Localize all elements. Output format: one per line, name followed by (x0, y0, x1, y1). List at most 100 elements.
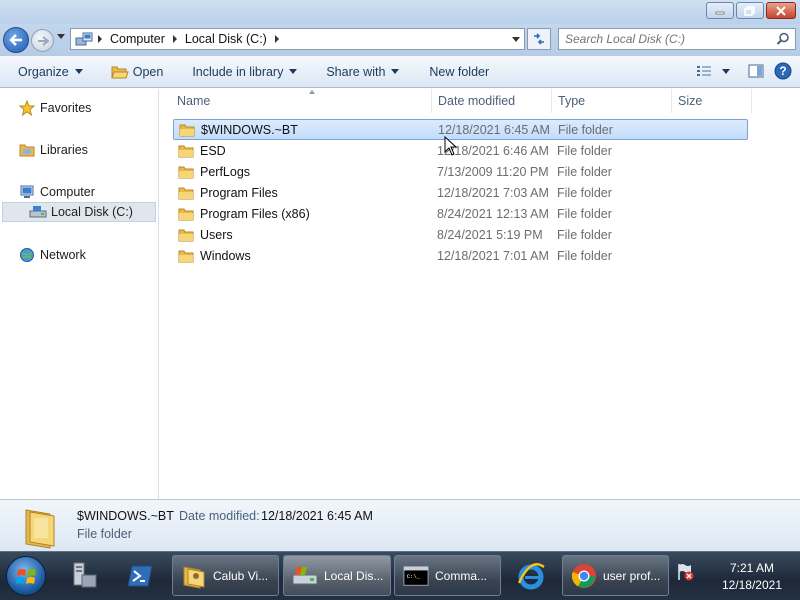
file-name: Windows (200, 248, 251, 263)
clock-time: 7:21 AM (729, 561, 774, 575)
back-arrow-icon (9, 34, 22, 46)
refresh-button[interactable] (527, 28, 551, 50)
table-row[interactable]: PerfLogs 7/13/2009 11:20 PM File folder (173, 161, 748, 182)
taskbar-item-command[interactable]: C:\_ Comma... (394, 555, 501, 596)
nav-favorites[interactable]: Favorites (0, 98, 158, 118)
nav-computer-label: Computer (40, 185, 95, 199)
chevron-down-icon (391, 69, 400, 74)
nav-local-disk[interactable]: Local Disk (C:) (2, 202, 156, 222)
help-button[interactable]: ? (774, 60, 792, 82)
close-button[interactable] (766, 2, 796, 19)
details-date-value: 12/18/2021 6:45 AM (261, 509, 373, 523)
file-type: File folder (557, 185, 612, 200)
taskbar-item-local-disk[interactable]: Local Dis... (283, 555, 391, 596)
search-icon[interactable] (776, 32, 790, 46)
open-button[interactable]: Open (103, 60, 172, 84)
user-folder-icon (181, 563, 207, 589)
pinned-internet-explorer[interactable] (513, 557, 549, 595)
window-controls (706, 2, 796, 19)
file-name: Program Files (200, 185, 278, 200)
table-row[interactable]: Program Files (x86) 8/24/2021 12:13 AM F… (173, 203, 748, 224)
taskbar-item-label: user prof... (603, 568, 661, 583)
folder-icon (179, 124, 195, 136)
pinned-server-manager[interactable] (66, 557, 102, 595)
minimize-icon (715, 11, 725, 14)
new-folder-button[interactable]: New folder (421, 60, 497, 84)
view-controls: ? (696, 60, 792, 82)
sort-ascending-icon (309, 90, 315, 94)
mouse-cursor-icon (444, 136, 458, 156)
organize-button[interactable]: Organize (10, 60, 91, 84)
table-row[interactable]: Program Files 12/18/2021 7:03 AM File fo… (173, 182, 748, 203)
forward-arrow-icon (37, 35, 49, 46)
details-pane: $WINDOWS.~BT Date modified: 12/18/2021 6… (0, 499, 800, 551)
command-bar: Organize Open Include in library Share w… (0, 56, 800, 88)
file-date: 12/18/2021 7:01 AM (437, 248, 549, 263)
preview-pane-button[interactable] (748, 60, 764, 82)
column-header-name[interactable]: Name (172, 89, 432, 113)
table-row[interactable]: ESD 12/18/2021 6:46 AM File folder (173, 140, 748, 161)
search-box[interactable] (558, 28, 796, 50)
chevron-down-icon (289, 69, 298, 74)
folder-large-icon (25, 509, 55, 549)
address-bar[interactable]: Computer Local Disk (C:) (70, 28, 525, 50)
taskbar-clock[interactable]: 7:21 AM 12/18/2021 (722, 560, 782, 594)
taskbar-item-label: Comma... (435, 568, 488, 583)
clock-date: 12/18/2021 (721, 578, 782, 592)
restore-button[interactable] (736, 2, 764, 19)
change-view-button[interactable] (696, 60, 730, 82)
taskbar-item-chrome[interactable]: user prof... (562, 555, 669, 596)
file-date: 12/18/2021 7:03 AM (437, 185, 549, 200)
powershell-icon (127, 565, 153, 587)
table-row[interactable]: Windows 12/18/2021 7:01 AM File folder (173, 245, 748, 266)
close-icon (776, 5, 786, 16)
nav-libraries[interactable]: Libraries (0, 140, 158, 160)
share-with-button[interactable]: Share with (318, 60, 407, 84)
nav-favorites-label: Favorites (40, 101, 92, 115)
nav-computer[interactable]: Computer (0, 182, 158, 202)
column-date-label: Date modified (438, 94, 516, 108)
view-list-icon (697, 66, 711, 76)
breadcrumb-computer[interactable]: Computer (108, 32, 167, 46)
folder-icon (178, 250, 194, 262)
column-header-date-modified[interactable]: Date modified (433, 89, 552, 113)
address-dropdown[interactable] (512, 37, 520, 42)
table-row[interactable]: $WINDOWS.~BT 12/18/2021 6:45 AM File fol… (173, 119, 748, 140)
action-center-flag-icon[interactable] (675, 562, 695, 582)
file-date: 12/18/2021 6:45 AM (438, 122, 550, 137)
help-icon: ? (774, 62, 792, 80)
file-name: ESD (200, 143, 226, 158)
pinned-powershell[interactable] (122, 557, 158, 595)
details-date-label: Date modified: (179, 509, 260, 523)
file-list: Name Date modified Type Size $WINDOWS.~B… (160, 89, 800, 499)
column-header-type[interactable]: Type (553, 89, 672, 113)
recent-pages-dropdown[interactable] (57, 34, 65, 39)
search-input[interactable] (565, 32, 775, 46)
taskbar-item-calub[interactable]: Calub Vi... (172, 555, 279, 596)
nav-network[interactable]: Network (0, 245, 158, 265)
back-button[interactable] (3, 27, 29, 53)
computer-icon (75, 32, 93, 46)
breadcrumb-chevron-icon[interactable] (172, 35, 177, 43)
forward-button[interactable] (31, 29, 54, 52)
library-icon (18, 142, 36, 158)
column-type-label: Type (558, 94, 586, 108)
include-in-library-button[interactable]: Include in library (184, 60, 305, 84)
file-type: File folder (557, 206, 612, 221)
folder-icon (178, 166, 194, 178)
breadcrumb-chevron-icon[interactable] (274, 35, 279, 43)
minimize-button[interactable] (706, 2, 734, 19)
start-button[interactable] (6, 556, 46, 596)
drive-icon (29, 204, 47, 220)
chevron-down-icon (74, 69, 83, 74)
table-row[interactable]: Users 8/24/2021 5:19 PM File folder (173, 224, 748, 245)
network-icon (18, 247, 36, 263)
chevron-down-icon[interactable] (722, 68, 730, 74)
computer-icon (18, 184, 36, 200)
folder-icon (178, 187, 194, 199)
chrome-icon (571, 563, 597, 589)
breadcrumb-chevron-icon[interactable] (98, 35, 102, 43)
breadcrumb-local-disk[interactable]: Local Disk (C:) (183, 32, 269, 46)
share-with-label: Share with (326, 64, 386, 79)
column-header-size[interactable]: Size (673, 89, 752, 113)
